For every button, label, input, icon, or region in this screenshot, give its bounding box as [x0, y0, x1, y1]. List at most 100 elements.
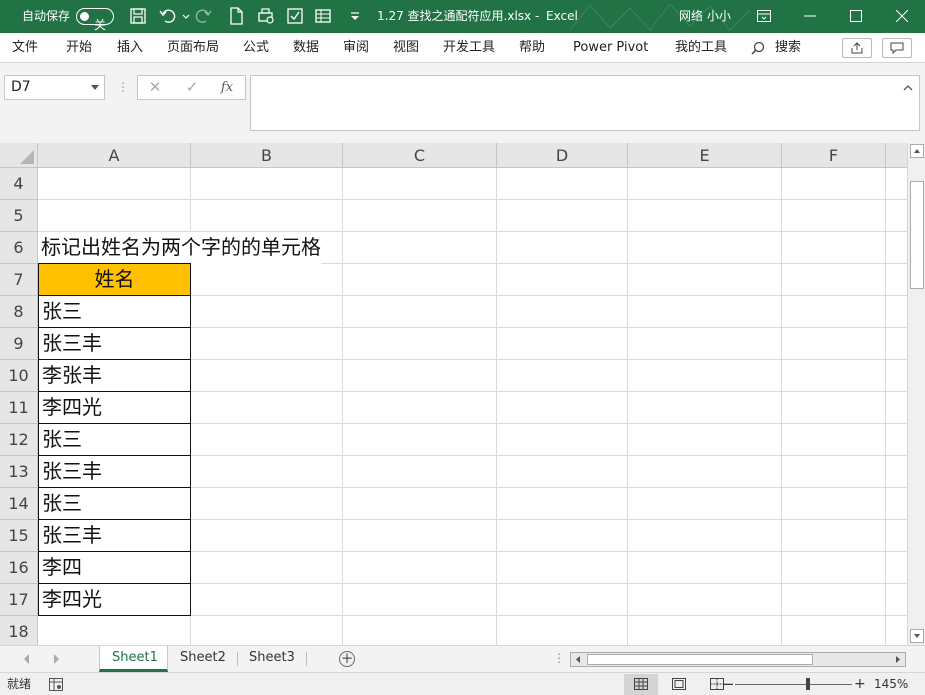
row-header-12[interactable]: 12	[0, 424, 38, 456]
row-header-13[interactable]: 13	[0, 456, 38, 488]
share-button[interactable]	[842, 38, 872, 58]
macro-record-icon[interactable]	[49, 678, 63, 691]
row-header-11[interactable]: 11	[0, 392, 38, 424]
tab-help[interactable]: 帮助	[519, 33, 545, 63]
select-all-button[interactable]	[0, 143, 38, 168]
column-header-e[interactable]: E	[628, 143, 782, 168]
cell-a17[interactable]: 李四光	[38, 583, 191, 616]
new-file-icon[interactable]	[226, 6, 246, 26]
cell-a16[interactable]: 李四	[38, 551, 191, 584]
cell-a12[interactable]: 张三	[38, 423, 191, 456]
tab-review[interactable]: 审阅	[343, 33, 369, 63]
collapse-formula-bar-icon[interactable]	[903, 84, 913, 92]
cell-a7-header[interactable]: 姓名	[38, 263, 191, 296]
formula-bar-grip-icon[interactable]: ⋮	[117, 81, 129, 93]
row-header-10[interactable]: 10	[0, 360, 38, 392]
sheet-tab-sheet3[interactable]: Sheet3	[237, 646, 306, 672]
tab-my-tools[interactable]: 我的工具	[675, 33, 727, 63]
normal-view-button[interactable]	[624, 674, 658, 695]
cell-a11[interactable]: 李四光	[38, 391, 191, 424]
page-layout-view-button[interactable]	[662, 674, 696, 695]
confirm-entry-icon[interactable]: ✓	[177, 76, 207, 99]
scroll-right-icon[interactable]	[894, 655, 902, 664]
minimize-button[interactable]	[787, 0, 833, 33]
cell-a10[interactable]: 李张丰	[38, 359, 191, 392]
cell-a13[interactable]: 张三丰	[38, 455, 191, 488]
print-preview-icon[interactable]	[256, 6, 276, 26]
row-header-17[interactable]: 17	[0, 584, 38, 616]
vertical-scrollbar[interactable]	[907, 143, 925, 645]
cell-a6[interactable]: 标记出姓名为两个字的的单元格	[38, 232, 321, 264]
column-header-a[interactable]: A	[38, 143, 191, 168]
column-header-c[interactable]: C	[343, 143, 497, 168]
row-header-8[interactable]: 8	[0, 296, 38, 328]
tab-insert[interactable]: 插入	[117, 33, 143, 63]
column-header-d[interactable]: D	[497, 143, 628, 168]
tab-page-layout[interactable]: 页面布局	[167, 33, 219, 63]
search-icon[interactable]	[751, 41, 765, 55]
zoom-level[interactable]: 145%	[874, 673, 908, 695]
undo-dropdown-icon[interactable]	[176, 6, 190, 26]
row-header-15[interactable]: 15	[0, 520, 38, 552]
column-header-b[interactable]: B	[191, 143, 343, 168]
formula-input[interactable]	[250, 75, 920, 131]
zoom-out-button[interactable]: −	[722, 673, 735, 695]
column-header-g[interactable]	[886, 143, 907, 168]
form-icon[interactable]	[313, 6, 333, 26]
name-box[interactable]: D7	[4, 75, 105, 100]
close-button[interactable]	[879, 0, 925, 33]
tab-home[interactable]: 开始	[66, 33, 92, 63]
zoom-in-button[interactable]: +	[854, 673, 866, 695]
scroll-left-icon[interactable]	[574, 655, 582, 664]
cell-a9[interactable]: 张三丰	[38, 327, 191, 360]
arrow-down-icon	[914, 634, 920, 638]
tab-splitter-icon[interactable]: ⋮	[553, 651, 565, 665]
tell-me-search[interactable]: 搜索	[775, 33, 801, 63]
zoom-slider[interactable]	[735, 684, 852, 685]
row-header-9[interactable]: 9	[0, 328, 38, 360]
row-header-4[interactable]: 4	[0, 168, 38, 200]
tab-developer[interactable]: 开发工具	[443, 33, 495, 63]
tab-data[interactable]: 数据	[293, 33, 319, 63]
undo-icon[interactable]	[157, 6, 177, 26]
tab-power-pivot[interactable]: Power Pivot	[573, 33, 648, 63]
row-header-6[interactable]: 6	[0, 232, 38, 264]
sheet-tab-sheet1[interactable]: Sheet1	[99, 646, 168, 672]
sheet-tab-sheet2[interactable]: Sheet2	[168, 646, 237, 672]
comment-icon	[890, 42, 904, 54]
scroll-down-button[interactable]	[910, 629, 924, 643]
row-header-7[interactable]: 7	[0, 264, 38, 296]
worksheet-grid[interactable]: A B C D E F 4 5 6 7 8 9 10 11 12 13 14 1…	[0, 143, 907, 645]
customize-toolbar-icon[interactable]	[345, 6, 359, 26]
next-sheet-icon[interactable]	[54, 654, 59, 664]
zoom-slider-knob[interactable]	[806, 678, 810, 690]
autosave-toggle[interactable]: 关	[76, 8, 114, 32]
cell-a14[interactable]: 张三	[38, 487, 191, 520]
cell-a8[interactable]: 张三	[38, 295, 191, 328]
tab-view[interactable]: 视图	[393, 33, 419, 63]
column-header-f[interactable]: F	[782, 143, 886, 168]
horizontal-scroll-thumb[interactable]	[587, 654, 813, 665]
user-name[interactable]: 网络 小小	[679, 0, 731, 33]
save-icon[interactable]	[128, 6, 148, 26]
new-sheet-button[interactable]: +	[339, 651, 355, 667]
horizontal-scrollbar[interactable]	[570, 652, 906, 667]
scroll-thumb[interactable]	[910, 181, 924, 289]
tab-file[interactable]: 文件	[12, 33, 38, 63]
cancel-entry-icon[interactable]: ✕	[140, 76, 170, 99]
row-header-18[interactable]: 18	[0, 616, 38, 645]
row-header-5[interactable]: 5	[0, 200, 38, 232]
ribbon-display-options-button[interactable]	[741, 0, 787, 33]
spell-check-icon[interactable]	[285, 6, 305, 26]
previous-sheet-icon[interactable]	[24, 654, 29, 664]
row-header-16[interactable]: 16	[0, 552, 38, 584]
maximize-button[interactable]	[833, 0, 879, 33]
scroll-up-button[interactable]	[910, 144, 924, 158]
cell-a15[interactable]: 张三丰	[38, 519, 191, 552]
row-header-14[interactable]: 14	[0, 488, 38, 520]
comments-button[interactable]	[882, 38, 912, 58]
redo-icon[interactable]	[194, 6, 214, 26]
name-box-dropdown-icon[interactable]	[91, 85, 99, 90]
insert-function-icon[interactable]: fx	[212, 76, 242, 99]
tab-formulas[interactable]: 公式	[243, 33, 269, 63]
